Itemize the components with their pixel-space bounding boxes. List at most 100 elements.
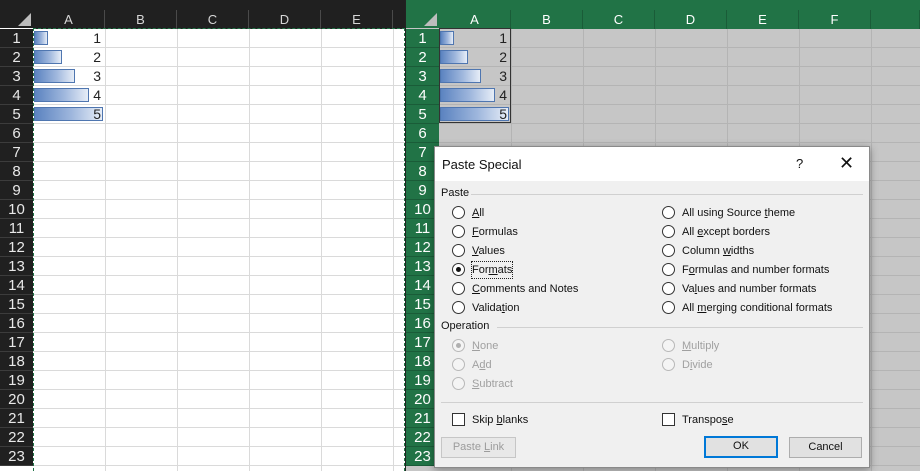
radio-button[interactable] xyxy=(662,358,675,371)
checkbox[interactable] xyxy=(452,413,465,426)
row-header-15[interactable]: 15 xyxy=(0,295,33,314)
row-header-3[interactable]: 3 xyxy=(0,67,33,86)
accelerator-key: V xyxy=(472,245,479,257)
column-header-b[interactable]: B xyxy=(105,10,177,29)
paste-link-button[interactable]: Paste Link xyxy=(441,437,516,458)
radio-button[interactable] xyxy=(452,263,465,276)
row-header-9[interactable]: 9 xyxy=(0,181,33,200)
accelerator-key: l xyxy=(694,283,698,295)
radio-button[interactable] xyxy=(662,244,675,257)
radio-button[interactable] xyxy=(452,225,465,238)
help-button[interactable]: ? xyxy=(796,156,803,171)
row-header-21[interactable]: 21 xyxy=(0,409,33,428)
column-header-e[interactable]: E xyxy=(727,10,799,29)
source-spreadsheet: ABCDE 1 2 3 4 5 6 7 8 9 10 11 12 13 14 15 16 17 18 19 20 21 2… xyxy=(0,0,406,471)
radio-label: Formulas xyxy=(472,226,518,238)
accelerator-key: t xyxy=(501,302,505,314)
paste-special-dialog: Paste Special ? ✕ Paste All Formulas Value… xyxy=(434,146,870,468)
row-header-5[interactable]: 5 xyxy=(0,105,33,124)
skip-blanks-label: Skip blanks xyxy=(472,414,529,426)
dialog-title: Paste Special xyxy=(442,157,522,172)
row-header-6[interactable]: 6 xyxy=(0,124,33,143)
column-header-e[interactable]: E xyxy=(321,10,393,29)
row-header-19[interactable]: 19 xyxy=(0,371,33,390)
radio-button[interactable] xyxy=(662,339,675,352)
accelerator-key: m xyxy=(488,264,498,276)
row-header-4[interactable]: 4 xyxy=(406,86,439,105)
column-header-c[interactable]: C xyxy=(177,10,249,29)
radio-button[interactable] xyxy=(662,263,675,276)
ok-button[interactable]: OK xyxy=(704,436,778,458)
row-header-16[interactable]: 16 xyxy=(0,314,33,333)
row-header-7[interactable]: 7 xyxy=(0,143,33,162)
row-header-5[interactable]: 5 xyxy=(406,105,439,124)
radio-button[interactable] xyxy=(452,282,465,295)
row-gridline xyxy=(439,123,920,124)
accelerator-key: S xyxy=(472,378,480,390)
checkbox[interactable] xyxy=(662,413,675,426)
radio-button[interactable] xyxy=(452,339,465,352)
radio-button[interactable] xyxy=(662,282,675,295)
column-header-b[interactable]: B xyxy=(511,10,583,29)
column-header-d[interactable]: D xyxy=(655,10,727,29)
row-header-1[interactable]: 1 xyxy=(0,29,33,48)
select-all-corner[interactable] xyxy=(406,0,439,28)
radio-label: All merging conditional formats xyxy=(682,302,833,314)
row-header-13[interactable]: 13 xyxy=(0,257,33,276)
row-header-4[interactable]: 4 xyxy=(0,86,33,105)
column-header-partial xyxy=(871,10,920,29)
dialog-titlebar: Paste Special ? ✕ xyxy=(435,147,869,181)
row-gridline xyxy=(439,47,920,48)
row-header-17[interactable]: 17 xyxy=(0,333,33,352)
row-gridline xyxy=(439,85,920,86)
radio-button[interactable] xyxy=(662,206,675,219)
radio-button[interactable] xyxy=(452,377,465,390)
screen: ABCDE 1 2 3 4 5 6 7 8 9 10 11 12 13 14 15 16 17 18 19 20 21 2… xyxy=(0,0,920,471)
row-header-14[interactable]: 14 xyxy=(0,276,33,295)
accelerator-key: m xyxy=(697,302,707,314)
row-header-20[interactable]: 20 xyxy=(0,390,33,409)
column-header-a[interactable]: A xyxy=(33,10,105,29)
close-icon[interactable]: ✕ xyxy=(839,153,854,174)
column-header-f[interactable]: F xyxy=(799,10,871,29)
transpose-label: Transpose xyxy=(682,414,734,426)
header-strip xyxy=(406,0,920,10)
row-header-2[interactable]: 2 xyxy=(406,48,439,67)
row-header-11[interactable]: 11 xyxy=(0,219,33,238)
accelerator-key: M xyxy=(682,340,692,352)
row-header-10[interactable]: 10 xyxy=(0,200,33,219)
selected-range xyxy=(439,28,511,123)
accelerator-key: N xyxy=(472,340,480,352)
column-header-c[interactable]: C xyxy=(583,10,655,29)
select-all-corner[interactable] xyxy=(0,0,33,28)
radio-button[interactable] xyxy=(452,244,465,257)
column-gridline xyxy=(871,29,872,471)
radio-label: Multiply xyxy=(682,340,720,352)
copy-marquee xyxy=(33,28,405,471)
row-header-1[interactable]: 1 xyxy=(406,29,439,48)
cancel-button[interactable]: Cancel xyxy=(789,437,862,458)
radio-button[interactable] xyxy=(662,301,675,314)
radio-button[interactable] xyxy=(662,225,675,238)
row-header-12[interactable]: 12 xyxy=(0,238,33,257)
column-header-a[interactable]: A xyxy=(439,10,511,29)
radio-button[interactable] xyxy=(452,206,465,219)
radio-button[interactable] xyxy=(452,301,465,314)
row-header-2[interactable]: 2 xyxy=(0,48,33,67)
radio-label: Validation xyxy=(472,302,520,314)
row-header-3[interactable]: 3 xyxy=(406,67,439,86)
row-header-6[interactable]: 6 xyxy=(406,124,439,143)
radio-label: All using Source theme xyxy=(682,207,796,219)
row-header-8[interactable]: 8 xyxy=(0,162,33,181)
row-header-22[interactable]: 22 xyxy=(0,428,33,447)
accelerator-key: e xyxy=(697,226,704,238)
radio-button[interactable] xyxy=(452,358,465,371)
row-header-23[interactable]: 23 xyxy=(0,447,33,466)
radio-label: Values and number formats xyxy=(682,283,817,295)
radio-label: Divide xyxy=(682,359,713,371)
column-header-d[interactable]: D xyxy=(249,10,321,29)
group-divider xyxy=(497,327,863,328)
row-gridline xyxy=(439,104,920,105)
operation-group-label: Operation xyxy=(441,320,490,332)
row-header-18[interactable]: 18 xyxy=(0,352,33,371)
